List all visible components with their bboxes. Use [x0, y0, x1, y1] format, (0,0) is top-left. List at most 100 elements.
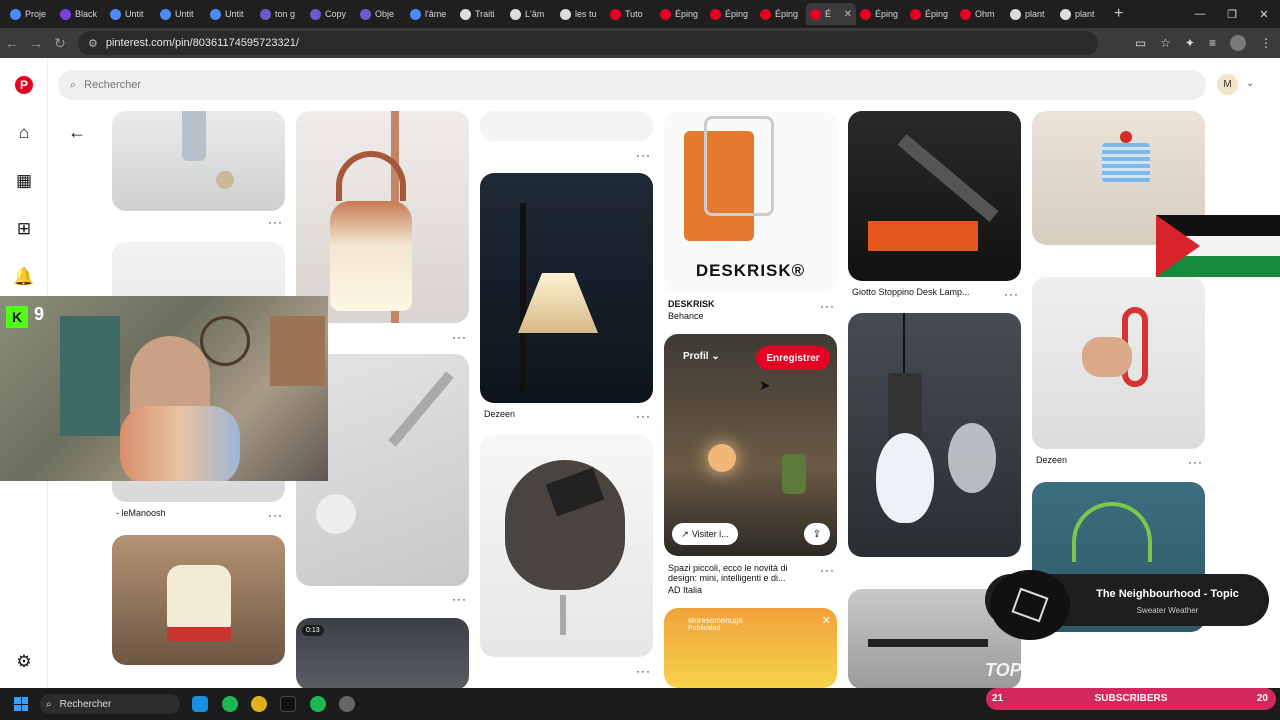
- back-icon[interactable]: ←: [0, 35, 24, 51]
- tab-favicon-icon: [10, 8, 21, 20]
- tab-favicon-icon: [660, 8, 671, 20]
- cast-icon[interactable]: ▭: [1135, 36, 1146, 50]
- browser-tab[interactable]: l'âme: [406, 3, 456, 25]
- chrome-icon[interactable]: [251, 696, 267, 712]
- tab-label: Black: [75, 9, 98, 19]
- browser-tab[interactable]: Traiti: [456, 3, 506, 25]
- browser-tab[interactable]: Éping: [656, 3, 706, 25]
- browser-tab[interactable]: Black: [56, 3, 106, 25]
- pin-card[interactable]: DESKRISK®: [664, 111, 837, 293]
- browser-tab[interactable]: ton g: [256, 3, 306, 25]
- more-options-icon[interactable]: ···: [452, 330, 467, 344]
- media-icon[interactable]: ≡: [1209, 36, 1216, 50]
- pin-card[interactable]: [112, 535, 285, 665]
- tab-label: Éping: [925, 9, 949, 19]
- browser-tab[interactable]: Éping: [706, 3, 756, 25]
- browser-tab[interactable]: Untit: [206, 3, 256, 25]
- close-window-icon[interactable]: ✕: [1248, 8, 1280, 21]
- more-options-icon[interactable]: ···: [820, 299, 835, 313]
- browser-profile-avatar[interactable]: [1230, 35, 1246, 51]
- more-options-icon[interactable]: ···: [268, 215, 283, 229]
- save-button[interactable]: Enregistrer: [756, 346, 830, 370]
- user-avatar[interactable]: M: [1217, 74, 1238, 95]
- app-icon[interactable]: [339, 696, 355, 712]
- create-icon[interactable]: ⊞: [14, 219, 34, 239]
- more-options-icon[interactable]: ···: [636, 409, 651, 423]
- browser-tab[interactable]: les tu: [556, 3, 606, 25]
- spotify-icon[interactable]: [310, 696, 326, 712]
- forward-icon[interactable]: →: [24, 35, 48, 51]
- minimize-icon[interactable]: —: [1184, 8, 1216, 20]
- more-options-icon[interactable]: ···: [636, 148, 651, 162]
- restore-icon[interactable]: ❐: [1216, 8, 1248, 21]
- deskrisk-brand: DESKRISK®: [695, 261, 806, 280]
- explore-icon[interactable]: ▦: [14, 171, 34, 191]
- visit-site-button[interactable]: ↗ Visiter l...: [672, 523, 738, 545]
- tab-label: Obje: [375, 9, 395, 19]
- url-field[interactable]: ⚙ pinterest.com/pin/80361174595723321/: [78, 31, 1098, 55]
- windows-start-icon[interactable]: [14, 697, 28, 711]
- pin-card[interactable]: [480, 173, 653, 403]
- tiktok-icon[interactable]: [280, 696, 296, 712]
- pin-card[interactable]: [848, 313, 1021, 557]
- tab-favicon-icon: [460, 8, 471, 20]
- pin-card[interactable]: [296, 111, 469, 323]
- taskbar-search[interactable]: ⌕ Rechercher: [40, 694, 180, 714]
- browser-tab[interactable]: Éping: [856, 3, 906, 25]
- settings-gear-icon[interactable]: ⚙: [14, 652, 34, 672]
- extensions-icon[interactable]: ✦: [1185, 36, 1195, 50]
- new-tab-icon[interactable]: +: [1114, 5, 1123, 23]
- browser-tab[interactable]: Ohm: [956, 3, 1006, 25]
- pin-card[interactable]: [848, 111, 1021, 281]
- reload-icon[interactable]: ↻: [48, 35, 72, 52]
- browser-tab[interactable]: É ✕: [806, 3, 856, 25]
- browser-tab[interactable]: Obje: [356, 3, 406, 25]
- tab-label: Ohm: [975, 9, 995, 19]
- browser-tab[interactable]: Untit: [106, 3, 156, 25]
- more-options-icon[interactable]: ···: [1004, 287, 1019, 301]
- browser-tab[interactable]: L'âm: [506, 3, 556, 25]
- close-icon[interactable]: ✕: [822, 614, 831, 627]
- browser-tab[interactable]: Proje: [6, 3, 56, 25]
- chevron-down-icon: ⌄: [711, 351, 720, 362]
- spotify-icon[interactable]: [222, 696, 238, 712]
- pinterest-logo-icon[interactable]: P: [14, 75, 34, 95]
- ad-pin-card[interactable]: storesomenugs Publicidad ✕: [664, 608, 837, 688]
- search-input[interactable]: ⌕ Rechercher: [58, 70, 1206, 100]
- subscriber-label: SUBSCRIBERS: [1094, 693, 1168, 704]
- tab-label: ton g: [275, 9, 296, 19]
- edge-icon[interactable]: [192, 696, 208, 712]
- account-chevron-down-icon[interactable]: ⌄: [1246, 78, 1254, 89]
- pin-card[interactable]: [480, 435, 653, 657]
- tab-favicon-icon: [360, 8, 371, 20]
- more-options-icon[interactable]: ···: [452, 592, 467, 606]
- share-icon[interactable]: ⇪: [804, 523, 830, 545]
- profile-dropdown[interactable]: Profil ⌄: [683, 351, 720, 362]
- browser-tab[interactable]: Copy: [306, 3, 356, 25]
- browser-tab[interactable]: Tuto: [606, 3, 656, 25]
- pin-card[interactable]: [112, 111, 285, 211]
- browser-tab[interactable]: Éping: [756, 3, 806, 25]
- search-placeholder: Rechercher: [84, 79, 142, 91]
- browser-tab[interactable]: Untit: [156, 3, 206, 25]
- browser-tab[interactable]: Éping: [906, 3, 956, 25]
- home-icon[interactable]: ⌂: [14, 123, 34, 143]
- browser-menu-icon[interactable]: ⋮: [1260, 36, 1272, 50]
- tab-favicon-icon: [160, 8, 171, 20]
- more-options-icon[interactable]: ···: [268, 508, 283, 522]
- back-arrow-icon[interactable]: ←: [68, 122, 86, 143]
- bookmark-star-icon[interactable]: ☆: [1160, 36, 1171, 50]
- tab-favicon-icon: [760, 8, 771, 20]
- more-options-icon[interactable]: ···: [1188, 455, 1203, 469]
- tab-favicon-icon: [610, 8, 621, 20]
- browser-tab[interactable]: plant: [1056, 3, 1106, 25]
- close-tab-icon[interactable]: ✕: [844, 9, 852, 20]
- pin-card[interactable]: [1032, 277, 1205, 449]
- browser-tab[interactable]: plant: [1006, 3, 1056, 25]
- tab-label: Copy: [325, 9, 347, 19]
- notifications-bell-icon[interactable]: 🔔: [13, 267, 34, 287]
- pin-card[interactable]: [480, 111, 653, 141]
- site-info-icon[interactable]: ⚙: [88, 37, 98, 50]
- more-options-icon[interactable]: ···: [820, 563, 835, 577]
- more-options-icon[interactable]: ···: [636, 664, 651, 678]
